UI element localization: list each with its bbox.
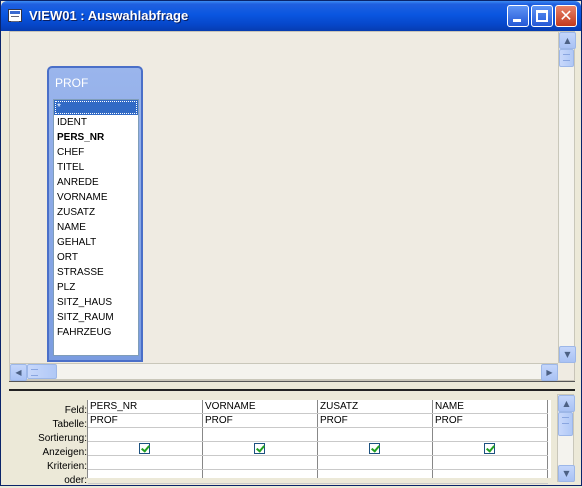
table-pane-vscrollbar[interactable]: ▲ ▼ bbox=[558, 31, 576, 363]
scroll-up-button[interactable]: ▲ bbox=[559, 32, 576, 49]
scroll-right-button[interactable]: ▶ bbox=[541, 364, 558, 381]
grid-cell-oder[interactable] bbox=[203, 470, 318, 484]
table-prof-box[interactable]: PROF * IDENT PERS_NR CHEF TITEL ANREDE VORNAME… bbox=[47, 66, 143, 362]
maximize-button[interactable] bbox=[531, 5, 553, 27]
field-list-item[interactable]: TITEL bbox=[54, 160, 138, 175]
grid-cell-anzeigen[interactable] bbox=[88, 442, 203, 456]
show-checkbox[interactable] bbox=[254, 443, 265, 454]
chevron-up-icon: ▲ bbox=[563, 399, 570, 408]
design-grid-pane: Feld: Tabelle: Sortierung: Anzeigen: Kri… bbox=[9, 394, 575, 486]
minimize-icon bbox=[513, 19, 521, 22]
field-list-item[interactable]: PERS_NR bbox=[54, 130, 138, 145]
grid-cell-feld[interactable]: VORNAME bbox=[203, 400, 318, 414]
grid-cell-anzeigen[interactable] bbox=[203, 442, 318, 456]
grid-cell-kriterien[interactable] bbox=[88, 456, 203, 470]
field-list-item[interactable]: * bbox=[54, 100, 138, 115]
table-prof-field-list[interactable]: * IDENT PERS_NR CHEF TITEL ANREDE VORNAME ZUSAT… bbox=[53, 99, 139, 356]
grid-cell-sortierung[interactable] bbox=[88, 428, 203, 442]
table-prof-title[interactable]: PROF bbox=[55, 76, 88, 90]
row-label-kriterien: Kriterien: bbox=[46, 461, 87, 472]
grid-cell-feld[interactable]: PERS_NR bbox=[88, 400, 203, 414]
show-checkbox[interactable] bbox=[139, 443, 150, 454]
field-list-item[interactable]: SITZ_RAUM bbox=[54, 310, 138, 325]
query-window-icon[interactable] bbox=[8, 9, 22, 22]
grid-cell-sortierung[interactable] bbox=[203, 428, 318, 442]
pane-splitter[interactable] bbox=[9, 381, 575, 391]
grid-cell-kriterien[interactable] bbox=[318, 456, 433, 470]
table-pane-hscrollbar[interactable]: ◀ ▶ bbox=[9, 363, 558, 381]
grid-column-partial bbox=[548, 400, 552, 478]
field-list-item[interactable]: SITZ_HAUS bbox=[54, 295, 138, 310]
query-design-window: VIEW01 : Auswahlabfrage ✕ PROF * IDENT PER… bbox=[0, 0, 582, 486]
chevron-left-icon: ◀ bbox=[15, 368, 22, 377]
show-checkbox[interactable] bbox=[484, 443, 495, 454]
grid-cell-tabelle[interactable]: PROF bbox=[433, 414, 548, 428]
minimize-button[interactable] bbox=[507, 5, 529, 27]
grid-cell-sortierung[interactable] bbox=[433, 428, 548, 442]
design-grid[interactable]: PERS_NR PROF VORNAME PROF ZUSATZ PROF NAME PROF bbox=[87, 400, 552, 484]
row-label-feld: Feld: bbox=[64, 405, 87, 416]
maximize-icon bbox=[536, 10, 548, 22]
field-list-item[interactable]: STRASSE bbox=[54, 265, 138, 280]
close-button[interactable]: ✕ bbox=[555, 5, 577, 27]
scroll-left-button[interactable]: ◀ bbox=[10, 364, 27, 381]
grid-cell-anzeigen[interactable] bbox=[433, 442, 548, 456]
grid-cell-kriterien[interactable] bbox=[433, 456, 548, 470]
field-list-item[interactable]: FAHRZEUG bbox=[54, 325, 138, 340]
grid-cell-kriterien[interactable] bbox=[203, 456, 318, 470]
grid-cell-oder[interactable] bbox=[433, 470, 548, 484]
field-list-item[interactable]: NAME bbox=[54, 220, 138, 235]
field-list-item[interactable]: IDENT bbox=[54, 115, 138, 130]
row-label-sortierung: Sortierung: bbox=[38, 433, 87, 444]
grid-cell-tabelle[interactable]: PROF bbox=[88, 414, 203, 428]
grid-column: VORNAME PROF bbox=[203, 400, 318, 484]
window-title: VIEW01 : Auswahlabfrage bbox=[29, 8, 189, 23]
chevron-right-icon: ▶ bbox=[546, 368, 553, 377]
grid-cell-tabelle[interactable]: PROF bbox=[203, 414, 318, 428]
grid-scroll-down-button[interactable]: ▼ bbox=[558, 465, 575, 482]
chevron-up-icon: ▲ bbox=[564, 36, 571, 45]
scroll-down-button[interactable]: ▼ bbox=[559, 346, 576, 363]
field-list-item[interactable]: GEHALT bbox=[54, 235, 138, 250]
chevron-down-icon: ▼ bbox=[564, 350, 571, 359]
vscroll-thumb[interactable] bbox=[559, 49, 574, 67]
grid-cell-sortierung[interactable] bbox=[318, 428, 433, 442]
row-label-anzeigen: Anzeigen: bbox=[42, 447, 87, 458]
grid-cell-oder[interactable] bbox=[318, 470, 433, 484]
field-list-item[interactable]: VORNAME bbox=[54, 190, 138, 205]
grid-cell-feld[interactable]: ZUSATZ bbox=[318, 400, 433, 414]
close-icon: ✕ bbox=[559, 6, 573, 25]
field-list-item[interactable]: ORT bbox=[54, 250, 138, 265]
grid-cell-feld[interactable]: NAME bbox=[433, 400, 548, 414]
title-bar[interactable]: VIEW01 : Auswahlabfrage ✕ bbox=[1, 1, 581, 31]
grid-vscroll-thumb[interactable] bbox=[558, 412, 573, 436]
field-list-item[interactable]: ZUSATZ bbox=[54, 205, 138, 220]
hscroll-thumb[interactable] bbox=[27, 364, 57, 379]
grid-cell-oder[interactable] bbox=[88, 470, 203, 484]
field-list-item[interactable]: ANREDE bbox=[54, 175, 138, 190]
grid-column: NAME PROF bbox=[433, 400, 548, 484]
row-label-tabelle: Tabelle: bbox=[52, 419, 87, 430]
show-checkbox[interactable] bbox=[369, 443, 380, 454]
field-list-item[interactable]: CHEF bbox=[54, 145, 138, 160]
grid-column: PERS_NR PROF bbox=[88, 400, 203, 484]
grid-column: ZUSATZ PROF bbox=[318, 400, 433, 484]
grid-cell-anzeigen[interactable] bbox=[318, 442, 433, 456]
grid-scroll-up-button[interactable]: ▲ bbox=[558, 395, 575, 412]
chevron-down-icon: ▼ bbox=[563, 469, 570, 478]
grid-cell-tabelle[interactable]: PROF bbox=[318, 414, 433, 428]
table-pane[interactable]: PROF * IDENT PERS_NR CHEF TITEL ANREDE VORNAME… bbox=[9, 31, 575, 381]
field-list-item[interactable]: PLZ bbox=[54, 280, 138, 295]
grid-vscrollbar[interactable]: ▲ ▼ bbox=[557, 394, 575, 482]
